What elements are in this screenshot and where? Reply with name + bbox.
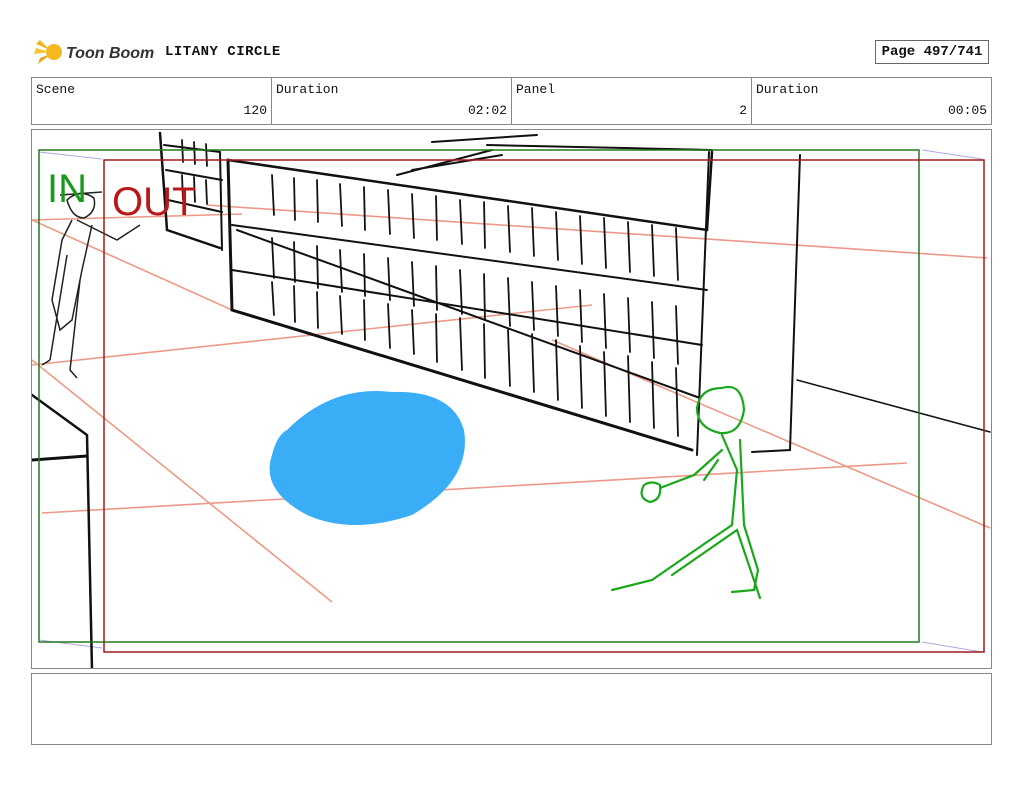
project-title: LITANY CIRCLE [165, 44, 281, 60]
blue-blob-shape [269, 391, 465, 525]
scene-duration-value: 02:02 [467, 103, 507, 118]
scene-duration-cell: Duration 02:02 [272, 78, 512, 124]
in-label: IN [47, 167, 87, 211]
book-spines [181, 139, 679, 437]
scene-label: Scene [36, 82, 76, 97]
sun-burst-icon [34, 40, 62, 64]
panel-duration-cell: Duration 00:05 [752, 78, 991, 124]
page-indicator: Page 497/741 [875, 40, 989, 64]
notes-area[interactable] [31, 673, 992, 745]
panel-duration-label: Duration [756, 82, 819, 97]
green-character-sketch [610, 385, 762, 600]
perspective-guides [32, 204, 991, 603]
logo-text: Toon Boom [66, 45, 154, 62]
scene-value: 120 [243, 103, 267, 118]
panel-value: 2 [739, 103, 747, 118]
storyboard-panel[interactable]: IN OUT [31, 129, 992, 669]
info-row: Scene 120 Duration 02:02 Panel 2 Duratio… [31, 77, 992, 125]
panel-cell: Panel 2 [512, 78, 752, 124]
panel-duration-value: 00:05 [947, 103, 987, 118]
scene-duration-label: Duration [276, 82, 339, 97]
out-label: OUT [112, 180, 196, 224]
panel-label: Panel [516, 82, 556, 97]
toon-boom-logo: Toon Boom [34, 40, 154, 64]
panel-sketch: IN OUT [32, 131, 991, 668]
scene-cell: Scene 120 [32, 78, 272, 124]
